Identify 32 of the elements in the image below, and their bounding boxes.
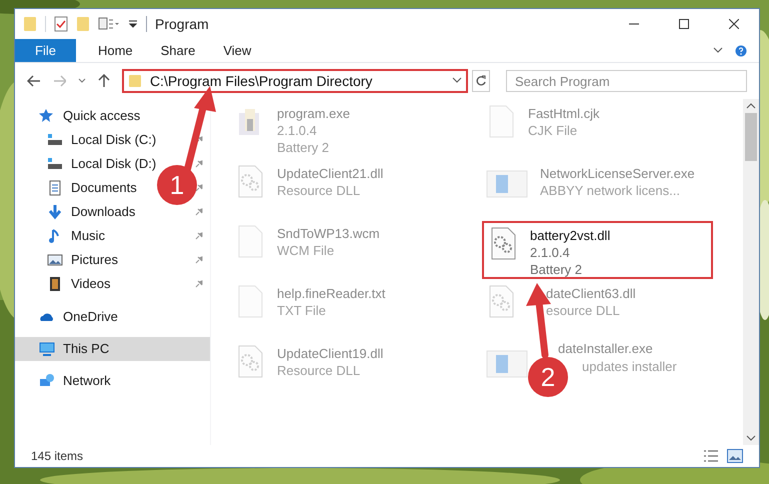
nav-item[interactable]: Network xyxy=(39,371,111,391)
file-detail: Battery 2 xyxy=(530,261,584,278)
file-detail: 2.1.0.4 xyxy=(530,244,571,261)
file-detail: Battery 2 xyxy=(277,139,330,156)
file-detail: updates installer xyxy=(582,358,677,375)
nav-item[interactable]: Pictures xyxy=(47,250,118,270)
file-detail: TXT File xyxy=(277,302,327,319)
ribbon-tab[interactable]: File xyxy=(15,39,76,62)
nav-item[interactable]: Local Disk (D:) xyxy=(47,154,156,174)
file-detail: esource DLL xyxy=(546,302,621,319)
search-field[interactable]: Search Program xyxy=(506,70,747,92)
ribbon-tab[interactable]: Share xyxy=(146,39,210,62)
file-detail: CJK File xyxy=(528,122,578,139)
item-count: 145 items xyxy=(31,448,84,465)
nav-item[interactable]: Music xyxy=(47,226,105,246)
file-detail: ABBYY network licens... xyxy=(540,182,681,199)
nav-item[interactable]: Videos xyxy=(47,274,111,294)
file-name[interactable]: battery2vst.dll xyxy=(530,227,610,244)
nav-item[interactable]: Documents xyxy=(47,178,137,198)
file-detail: Resource DLL xyxy=(277,182,362,199)
nav-item[interactable]: Downloads xyxy=(47,202,136,222)
file-detail: 2.1.0.4 xyxy=(277,122,318,139)
nav-item[interactable]: OneDrive xyxy=(39,307,118,327)
file-detail: Resource DLL xyxy=(277,362,362,379)
ribbon-tab[interactable]: Home xyxy=(84,39,147,62)
ribbon-tab[interactable]: View xyxy=(209,39,266,62)
window-title: Program xyxy=(155,14,209,34)
address-bar[interactable]: C:\Program Files\Program Directory xyxy=(122,69,468,93)
file-detail: WCM File xyxy=(277,242,336,259)
nav-item[interactable]: Local Disk (C:) xyxy=(47,130,156,150)
nav-item[interactable]: This PC xyxy=(39,339,110,359)
nav-item[interactable]: Quick access xyxy=(39,106,140,126)
